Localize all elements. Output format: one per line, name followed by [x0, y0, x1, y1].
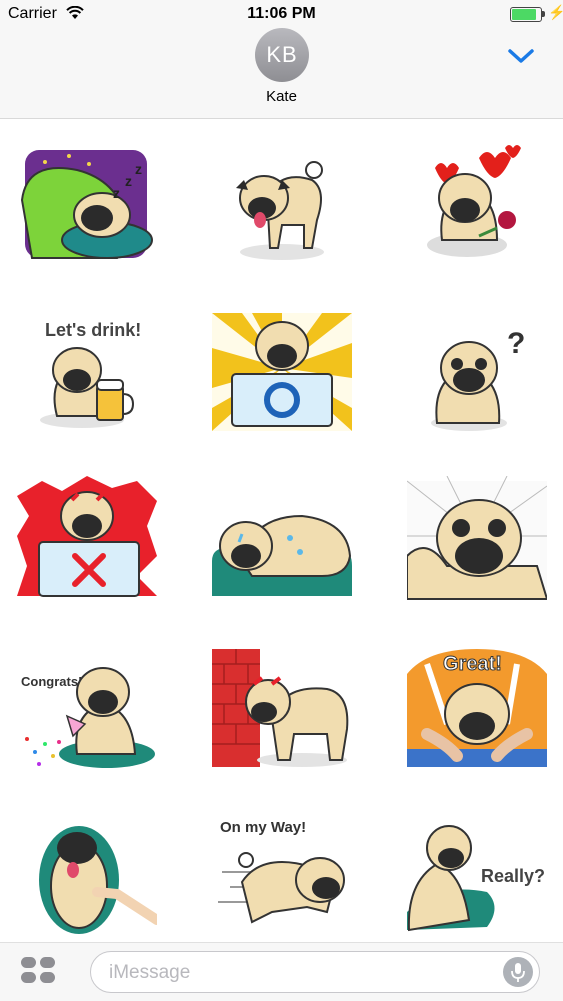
sticker-congrats[interactable]: Congrats! [17, 644, 157, 769]
battery-cap [542, 11, 545, 17]
svg-text:z: z [125, 173, 132, 189]
sticker-really[interactable]: Really? [407, 812, 547, 937]
sticker-wall[interactable] [212, 644, 352, 769]
message-placeholder: iMessage [109, 962, 191, 983]
charging-icon: ⚡ [548, 4, 563, 20]
svg-text:z: z [135, 161, 142, 177]
compose-bar: iMessage [0, 942, 563, 1001]
sticker-great[interactable]: Great! [407, 644, 547, 769]
sticker-lets-drink[interactable]: Let's drink! [17, 308, 157, 433]
battery-level [512, 9, 536, 20]
sticker-grid: z z z Let's drink! ? Congrats! Great! On… [0, 118, 563, 942]
status-bar: Carrier 11:06 PM ⚡ [0, 0, 563, 30]
sticker-caption-really: Really? [481, 866, 545, 886]
microphone-icon[interactable] [503, 957, 533, 987]
sticker-belly-rub[interactable] [17, 812, 157, 937]
status-time: 11:06 PM [247, 5, 316, 22]
sticker-caption-great: Great! [443, 653, 502, 675]
chevron-down-icon[interactable] [507, 46, 535, 66]
sticker-sleeping[interactable]: z z z [17, 140, 157, 265]
sticker-love-rose[interactable] [407, 140, 547, 265]
sticker-no-sign[interactable] [17, 476, 157, 601]
sticker-caption-congrats: Congrats! [21, 674, 82, 689]
sticker-question[interactable]: ? [407, 308, 547, 433]
apps-icon[interactable] [20, 955, 56, 985]
svg-text:z: z [113, 185, 120, 201]
sticker-standing[interactable] [212, 140, 352, 265]
avatar[interactable]: KB [255, 28, 309, 82]
sticker-on-my-way[interactable]: On my Way! [212, 812, 352, 937]
message-input[interactable]: iMessage [90, 951, 540, 993]
sticker-caption-lets-drink: Let's drink! [45, 320, 141, 340]
conversation-header: Carrier 11:06 PM ⚡ KB Kate [0, 0, 563, 119]
sticker-crying[interactable] [212, 476, 352, 601]
sticker-caption-on-my-way: On my Way! [220, 819, 306, 836]
contact-name[interactable]: Kate [0, 88, 563, 105]
sticker-ok-sign[interactable] [212, 308, 352, 433]
sticker-caption-question: ? [507, 327, 525, 360]
battery-icon [510, 7, 542, 22]
sticker-shocked[interactable] [407, 476, 547, 601]
